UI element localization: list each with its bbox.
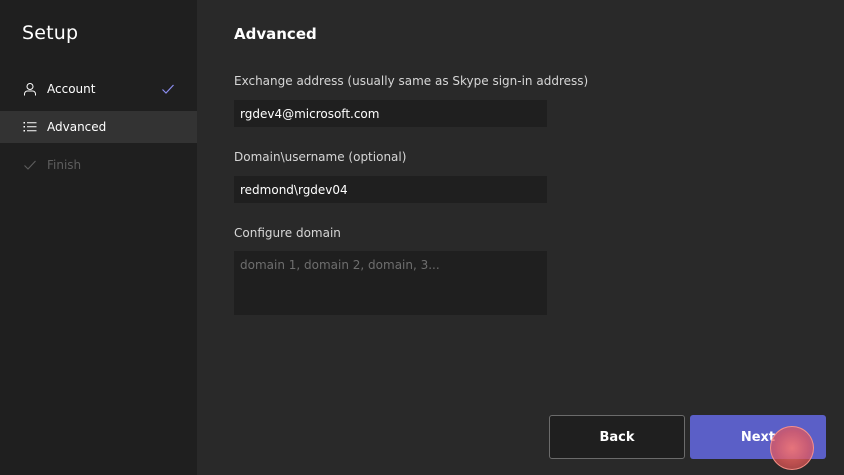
page-title: Advanced — [234, 25, 317, 43]
sidebar-item-label: Account — [47, 82, 96, 96]
completed-check-icon — [160, 81, 176, 97]
exchange-address-label: Exchange address (usually same as Skype … — [234, 74, 589, 88]
checkmark-icon — [22, 157, 38, 173]
configure-domain-input[interactable] — [234, 251, 547, 315]
person-icon — [22, 81, 38, 97]
sidebar-item-label: Finish — [47, 158, 82, 172]
domain-username-input[interactable] — [234, 176, 547, 203]
back-button[interactable]: Back — [549, 415, 685, 459]
configure-domain-label: Configure domain — [234, 226, 341, 240]
domain-username-label: Domain\username (optional) — [234, 150, 407, 164]
sidebar: Setup Account Advanced Finish — [0, 0, 197, 475]
next-button[interactable]: Next — [690, 415, 826, 459]
sidebar-item-account[interactable]: Account — [0, 73, 197, 105]
sidebar-title: Setup — [22, 22, 79, 44]
main-panel: Advanced Exchange address (usually same … — [197, 0, 844, 475]
list-icon — [22, 119, 38, 135]
sidebar-item-advanced[interactable]: Advanced — [0, 111, 197, 143]
sidebar-item-finish: Finish — [0, 149, 197, 181]
sidebar-item-label: Advanced — [47, 120, 107, 134]
setup-window: Setup Account Advanced Finish Advanced E… — [0, 0, 844, 475]
exchange-address-input[interactable] — [234, 100, 547, 127]
